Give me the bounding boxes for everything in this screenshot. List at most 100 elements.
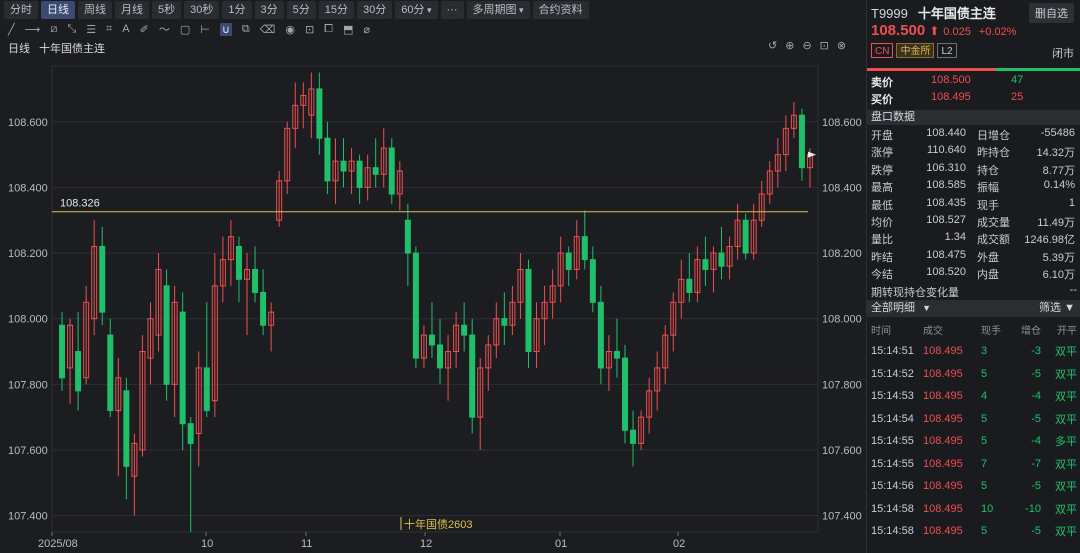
trade-price: 108.495 <box>923 367 963 380</box>
period-button[interactable]: 30秒 <box>184 1 220 19</box>
market-tag: CN <box>871 43 894 58</box>
remove-watchlist-button[interactable]: 删自选 <box>1029 3 1074 23</box>
trade-oi: -5 <box>1031 525 1041 537</box>
stat-value: 108.435 <box>926 196 966 209</box>
lock-tool-icon[interactable]: ⊡ <box>305 23 314 36</box>
trade-type: 双平 <box>1055 481 1077 493</box>
y-tick-label-right: 108.400 <box>822 182 862 194</box>
trade-type: 双平 <box>1055 346 1077 358</box>
trade-type: 双平 <box>1055 391 1077 403</box>
trade-price: 108.495 <box>923 525 963 537</box>
channel-tool-icon[interactable]: ⧄ <box>50 23 57 36</box>
trade-type: 双平 <box>1055 368 1077 381</box>
eye-tool-icon[interactable]: ◉ <box>285 23 295 36</box>
trade-price: 108.495 <box>923 502 963 515</box>
clear-tool-icon[interactable]: ⌀ <box>363 23 370 36</box>
x-tick-label: 02 <box>673 538 685 550</box>
trade-price: 108.495 <box>923 412 963 425</box>
trade-oi: -10 <box>1025 502 1041 515</box>
trades-column-header: 增仓 <box>1021 326 1041 337</box>
candle-body <box>501 318 508 326</box>
period-button[interactable]: 周线 <box>78 1 112 19</box>
stat-value: 108.475 <box>926 248 966 261</box>
contract-info-button[interactable]: 合约资料 <box>532 1 589 19</box>
period-button[interactable]: 15分 <box>318 1 354 19</box>
multi-period-button[interactable]: 多周期图 <box>466 1 530 19</box>
zoom-in-icon[interactable]: ⊕ <box>785 39 794 52</box>
filter-button[interactable]: 筛选 ▼ <box>1039 300 1075 317</box>
period-button[interactable]: 5秒 <box>152 1 182 19</box>
ray-tool-icon[interactable]: ⟶ <box>25 23 41 36</box>
stat-label: 昨结 <box>871 251 893 264</box>
edit-tool-icon[interactable]: ⧠ <box>324 23 333 36</box>
period-button[interactable]: 3分 <box>254 1 284 19</box>
candle-body <box>404 219 411 254</box>
erase-tool-icon[interactable]: ⌫ <box>260 23 276 36</box>
candlestick-chart[interactable]: 107.400 107.400 107.600 107.600 107.800 107.8… <box>0 54 864 553</box>
y-tick-label-right: 107.400 <box>822 511 862 523</box>
bid-label: 买价 <box>871 94 893 106</box>
candle-body <box>235 245 242 280</box>
stat-label: 成交量 <box>977 217 1010 229</box>
stat-value: -55486 <box>1040 127 1075 139</box>
stat-row-left: 跌停 106.310 <box>871 162 966 179</box>
candle-body <box>622 357 628 431</box>
stat-row-right: 持仓 8.77万 <box>977 162 1075 179</box>
period-button[interactable]: 30分 <box>357 1 393 19</box>
magnet-tool-icon[interactable]: ∪ <box>219 22 232 36</box>
line-tool-icon[interactable]: ╱ <box>8 23 15 36</box>
text-tool-icon[interactable]: A <box>122 23 129 35</box>
trade-price: 108.495 <box>923 390 963 402</box>
candle-body <box>123 390 130 467</box>
comment-tool-icon[interactable]: ▢ <box>180 23 190 36</box>
zoom-out-icon[interactable]: ⊖ <box>802 39 811 52</box>
measure-tool-icon[interactable]: ⤡ <box>67 23 76 36</box>
y-tick-label-left: 108.000 <box>8 314 48 326</box>
ruler-tool-icon[interactable]: ⊢ <box>200 23 210 36</box>
candle-body <box>461 324 468 336</box>
candle-body <box>59 324 66 379</box>
stat-label: 最低 <box>871 199 893 212</box>
period-button[interactable]: 1分 <box>222 1 252 19</box>
stat-row-left: 最高 108.585 <box>871 179 966 196</box>
stat-value: 0.14% <box>1043 179 1075 192</box>
more-button[interactable]: ··· <box>440 1 464 19</box>
x-tick-label: 01 <box>555 538 567 550</box>
y-tick-label-left: 107.400 <box>8 511 48 523</box>
candle-body <box>252 268 259 293</box>
copy-tool-icon[interactable]: ⧉ <box>242 23 250 36</box>
period-button[interactable]: 月线 <box>115 1 149 19</box>
period-button[interactable]: 分时 <box>4 1 38 19</box>
x-tick-label: 11 <box>301 538 312 550</box>
price-change: 0.025 <box>943 26 971 38</box>
candle-body <box>589 259 596 303</box>
gann-tool-icon[interactable]: ⌗ <box>106 23 112 36</box>
dropdown-chevron-icon[interactable]: ▼ <box>922 303 931 313</box>
trade-vol: 3 <box>981 345 988 357</box>
candle-body <box>372 167 379 175</box>
window-icon[interactable]: ⊡ <box>820 39 829 52</box>
brush-tool-icon[interactable]: ✐ <box>140 23 149 36</box>
y-tick-label-left: 107.600 <box>8 445 48 457</box>
stat-value: 108.585 <box>926 179 966 192</box>
save-tool-icon[interactable]: ⬒ <box>343 23 353 36</box>
level2-tag[interactable]: L2 <box>937 43 957 58</box>
wave-tool-icon[interactable]: 〜 <box>159 21 170 37</box>
period-button[interactable]: 5分 <box>286 1 316 19</box>
stat-label: 今结 <box>871 269 893 282</box>
fib-tool-icon[interactable]: ☰ <box>86 23 96 36</box>
close-icon[interactable]: ⊗ <box>837 39 846 52</box>
stat-row-left: 量比 1.34 <box>871 231 966 248</box>
details-tab[interactable]: 全部明细 <box>871 302 915 314</box>
period-button[interactable]: 60分 <box>395 1 438 19</box>
trade-row: 15:14:55 108.495 5 -4 多平 <box>871 430 1077 452</box>
stat-label: 内盘 <box>977 269 999 282</box>
candle-body <box>686 278 693 293</box>
undo-icon[interactable]: ↺ <box>768 39 777 52</box>
instrument-code: T9999 <box>871 6 908 21</box>
stat-row-left: 开盘 108.440 <box>871 127 966 144</box>
contract-switch-label: 十年国债2603 <box>404 517 472 531</box>
candle-body <box>260 291 267 326</box>
period-button[interactable]: 日线 <box>41 1 75 19</box>
price-change-pct: +0.02% <box>978 26 1017 38</box>
